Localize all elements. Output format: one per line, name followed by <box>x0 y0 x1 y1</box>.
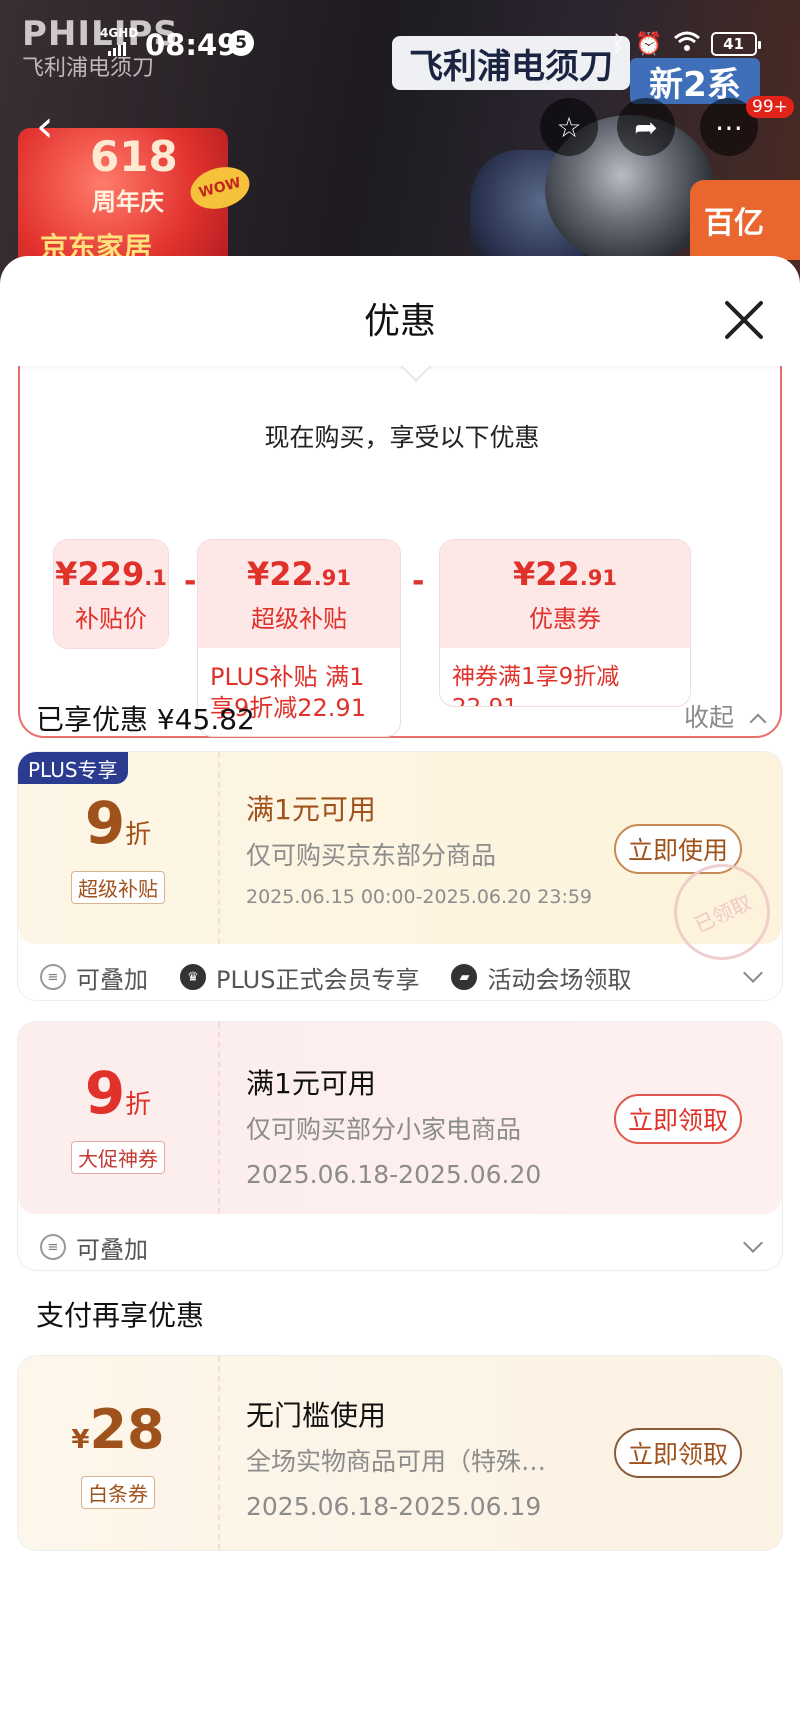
calc-heading: 现在购买，享受以下优惠 <box>264 423 540 452</box>
coupon-value: 9折 <box>84 1058 152 1127</box>
status-bar: 4GHD 08:49 5 ᛒ ⏰ 41 <box>0 0 800 90</box>
subsidy-price-label: 补贴价 <box>75 604 147 633</box>
coupon-desc: 全场实物商品可用（特殊… <box>246 1447 547 1476</box>
bluetooth-icon: ᛒ <box>612 31 626 57</box>
coupon-value-area: ¥28 白条券 <box>18 1356 220 1550</box>
coupon-discount-amount: ¥22.91 <box>513 554 617 593</box>
footer-stackable: 可叠加 <box>76 1235 148 1264</box>
share-icon[interactable]: ➦ <box>617 98 675 156</box>
coupon-title: 无门槛使用 <box>246 1399 387 1432</box>
minus-sign: - <box>412 564 425 599</box>
collapse-label: 收起 <box>684 703 735 732</box>
coupon-title: 满1元可用 <box>246 793 376 826</box>
coupon-validity: 2025.06.15 00:00-2025.06.20 23:59 <box>246 886 593 908</box>
subsidy-price-card: ¥229.1 补贴价 <box>54 540 168 648</box>
alarm-icon: ⏰ <box>635 31 663 57</box>
stack-icon: ≡ <box>40 964 66 990</box>
promo-anniversary: 周年庆 <box>92 188 164 216</box>
back-icon[interactable]: ‹ <box>36 102 76 152</box>
coupon-discount-note: 神券满1享9折减22.91 <box>452 664 620 706</box>
claim-now-button[interactable]: 立即领取 <box>614 1094 742 1144</box>
coupon-footer: ≡ 可叠加 ♛ PLUS正式会员专享 ▰ 活动会场领取 <box>18 944 782 1000</box>
promo-tag: 百亿 <box>690 180 800 260</box>
star-icon[interactable]: ☆ <box>540 98 598 156</box>
footer-stackable: 可叠加 <box>76 965 148 994</box>
coupon-tag: 大促神券 <box>71 1140 165 1174</box>
discount-sheet: 优惠 现在购买，享受以下优惠 ¥229.1 补贴价 - ¥22.91 超级补贴 … <box>0 256 800 1733</box>
stack-icon: ≡ <box>40 1234 66 1260</box>
chevron-down-icon[interactable] <box>743 963 763 983</box>
promo-618-text: 618 <box>90 132 178 181</box>
coupon-tag: 白条券 <box>81 1475 155 1509</box>
coupon-discount-card: ¥22.91 优惠券 神券满1享9折减22.91 <box>440 540 690 706</box>
super-subsidy-amount: ¥22.91 <box>247 554 351 593</box>
minus-sign: - <box>184 564 197 599</box>
wifi-icon <box>673 30 701 58</box>
signal-icon <box>108 42 126 56</box>
product-banner: PHILIPS 飞利浦电须刀 飞利浦电须刀 新2系 百亿 618 周年庆 WOW… <box>0 0 800 300</box>
coupon-title: 满1元可用 <box>246 1067 376 1100</box>
ticket-icon: ▰ <box>451 964 478 990</box>
price-calculation: 现在购买，享受以下优惠 ¥229.1 补贴价 - ¥22.91 超级补贴 PLU… <box>18 365 782 738</box>
clock: 08:49 <box>145 28 238 62</box>
claim-now-button[interactable]: 立即领取 <box>614 1428 742 1478</box>
coupon-desc: 仅可购买京东部分商品 <box>246 841 497 870</box>
more-badge: 99+ <box>746 96 794 118</box>
pay-section-title: 支付再享优惠 <box>36 1299 205 1332</box>
coupon-validity: 2025.06.18-2025.06.19 <box>246 1492 542 1521</box>
coupon-footer: ≡ 可叠加 <box>18 1214 782 1270</box>
notification-count: 5 <box>228 30 254 56</box>
footer-venue: 活动会场领取 <box>487 965 632 994</box>
chevron-up-icon <box>749 713 767 731</box>
crown-icon: ♛ <box>180 964 206 990</box>
network-type: 4GHD <box>100 26 139 40</box>
battery-icon: 41 <box>710 32 761 56</box>
close-icon[interactable] <box>716 292 772 348</box>
coupon-desc: 仅可购买部分小家电商品 <box>246 1115 522 1144</box>
coupon-value: 9折 <box>84 788 152 857</box>
coupon-tag: 超级补贴 <box>71 870 165 904</box>
coupon-value-area: 9折 大促神券 <box>18 1022 220 1214</box>
subsidy-price-amount: ¥229.1 <box>55 554 167 593</box>
coupon-baitiao-card: ¥28 白条券 无门槛使用 全场实物商品可用（特殊… 2025.06.18-20… <box>18 1356 782 1550</box>
footer-plus-only: PLUS正式会员专享 <box>216 965 420 994</box>
collapse-toggle[interactable]: 收起 <box>684 698 767 734</box>
coupon-discount-label: 优惠券 <box>529 604 601 633</box>
super-subsidy-label: 超级补贴 <box>251 604 347 633</box>
status-icons: ᛒ ⏰ 41 <box>612 30 761 58</box>
chevron-down-icon[interactable] <box>743 1233 763 1253</box>
coupon-value: ¥28 <box>71 1397 165 1461</box>
coupon-validity: 2025.06.18-2025.06.20 <box>246 1160 542 1189</box>
plus-exclusive-badge: PLUS专享 <box>18 752 128 784</box>
sheet-title: 优惠 <box>363 301 436 342</box>
notch-indicator <box>400 365 432 382</box>
coupon-promo-card: 9折 大促神券 满1元可用 仅可购买部分小家电商品 2025.06.18-202… <box>18 1022 782 1270</box>
enjoyed-discount: 已享优惠 ¥45.82 <box>36 703 255 736</box>
coupon-plus-card: 9折 超级补贴 满1元可用 仅可购买京东部分商品 2025.06.15 00:0… <box>18 752 782 1000</box>
